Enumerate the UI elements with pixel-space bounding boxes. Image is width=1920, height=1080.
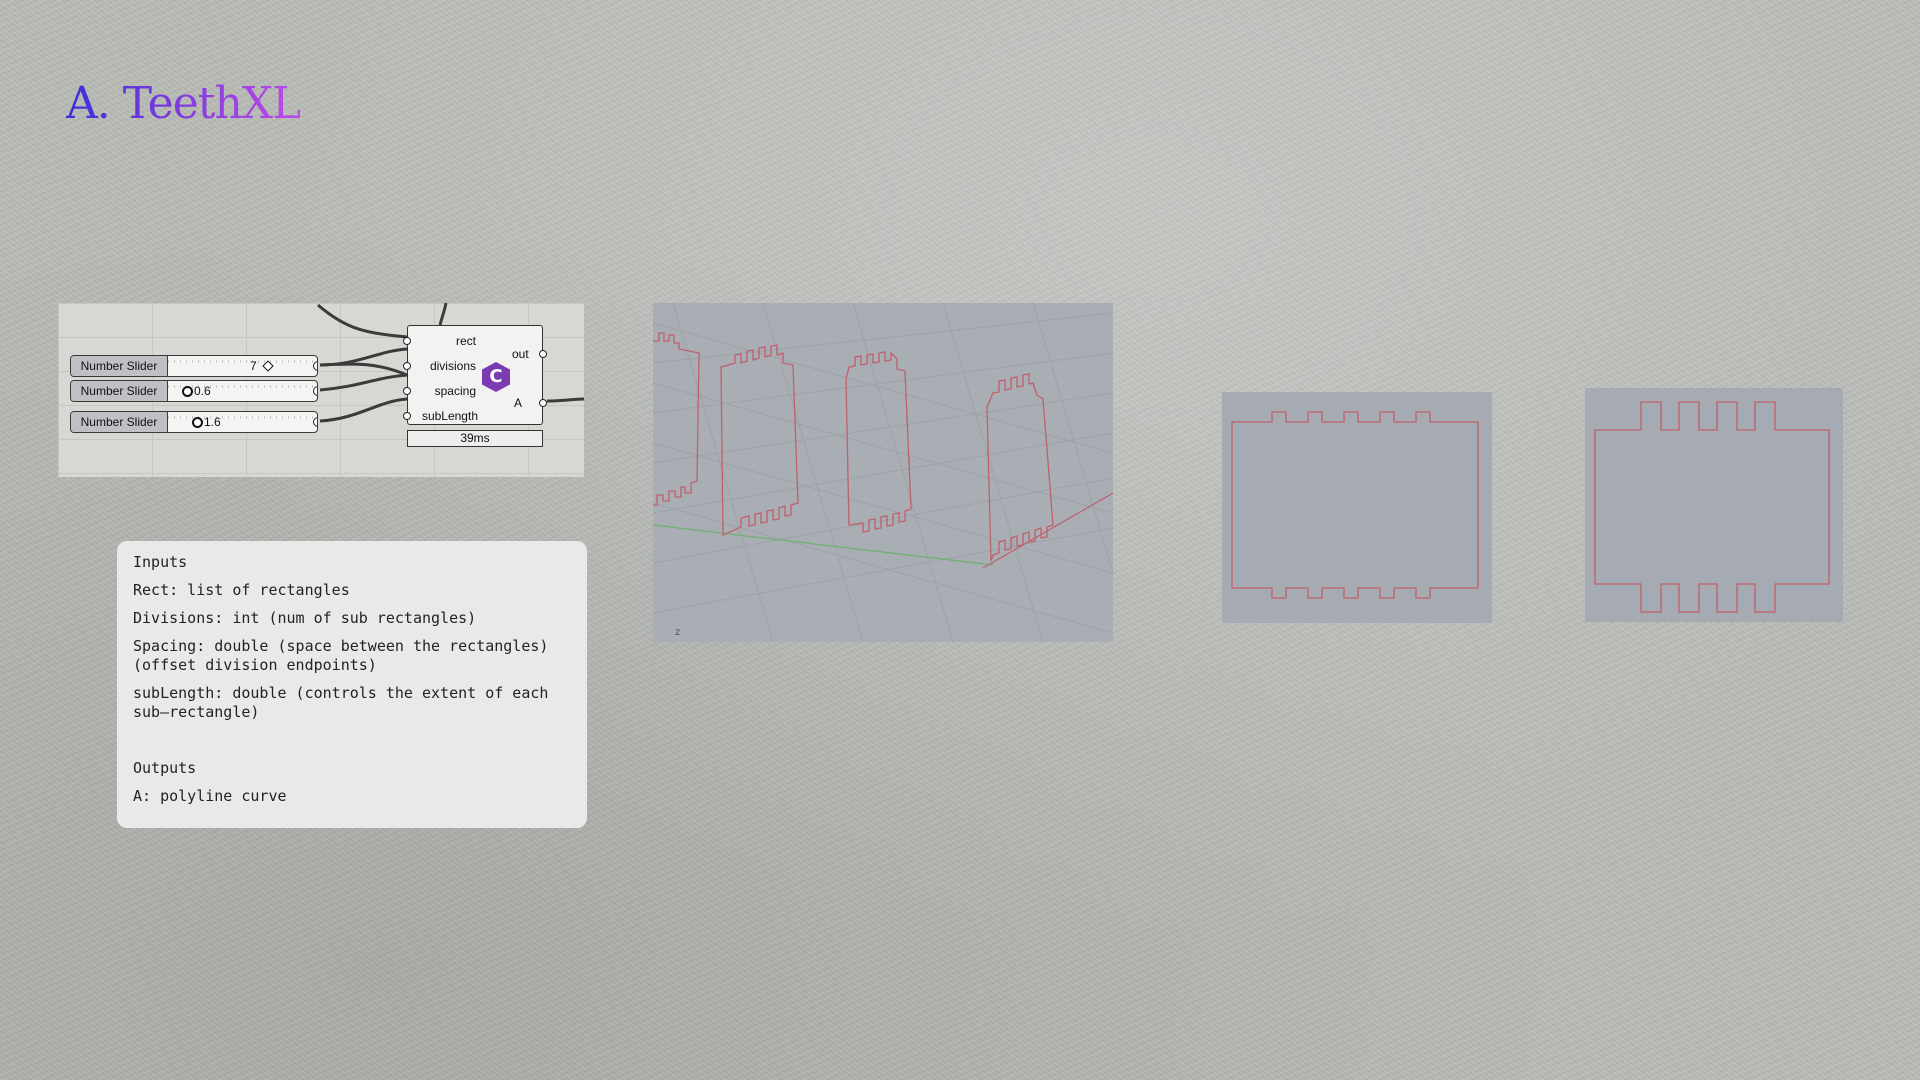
input-param-rect[interactable]: rect xyxy=(456,334,476,348)
input-spacing-description: Spacing: double (space between the recta… xyxy=(133,637,549,674)
output-a-description: A: polyline curve xyxy=(133,787,287,805)
perspective-scene xyxy=(653,303,1113,642)
slider-value: 1.6 xyxy=(204,415,221,429)
component-timing: 39ms xyxy=(407,430,543,447)
output-port-icon[interactable] xyxy=(313,386,317,396)
input-divisions-description: Divisions: int (num of sub rectangles) xyxy=(133,609,477,627)
grasshopper-canvas[interactable]: Number Slider 7 Number Slider 0.6 Number… xyxy=(58,303,584,477)
slider-track[interactable]: 7 xyxy=(168,356,317,376)
output-port-icon[interactable] xyxy=(539,350,547,358)
x-axis-line xyxy=(653,524,994,566)
input-port-icon[interactable] xyxy=(403,337,411,345)
teeth-outline-deep xyxy=(1594,401,1830,613)
csharp-script-component[interactable]: rect divisions spacing subLength out A C xyxy=(403,325,547,425)
inputs-heading: Inputs xyxy=(133,553,188,571)
teeth-outline-shallow xyxy=(1231,411,1479,599)
slider-label: Number Slider xyxy=(71,412,168,432)
input-port-icon[interactable] xyxy=(403,387,411,395)
input-param-sublength[interactable]: subLength xyxy=(422,409,478,423)
slider-value: 7 xyxy=(250,359,257,373)
input-param-divisions[interactable]: divisions xyxy=(430,359,476,373)
output-port-icon[interactable] xyxy=(313,361,317,371)
viewport-perspective[interactable]: z xyxy=(653,303,1113,642)
input-port-icon[interactable] xyxy=(403,412,411,420)
viewport-top-shallow-teeth[interactable] xyxy=(1222,392,1492,623)
number-slider-spacing[interactable]: Number Slider 0.6 xyxy=(70,380,318,402)
number-slider-sublength[interactable]: Number Slider 1.6 xyxy=(70,411,318,433)
csharp-icon: C xyxy=(482,362,510,392)
slider-value: 0.6 xyxy=(194,384,211,398)
input-rect-description: Rect: list of rectangles xyxy=(133,581,350,599)
slider-track[interactable]: 0.6 xyxy=(168,381,317,401)
axis-label: z xyxy=(675,627,681,638)
outputs-heading: Outputs xyxy=(133,759,197,777)
output-port-icon[interactable] xyxy=(539,399,547,407)
circle-icon[interactable] xyxy=(192,417,203,428)
output-param-a[interactable]: A xyxy=(514,396,522,410)
input-sublength-description: subLength: double (controls the extent o… xyxy=(133,684,549,721)
input-param-spacing[interactable]: spacing xyxy=(435,384,476,398)
output-port-icon[interactable] xyxy=(313,417,317,427)
info-panel: Inputs Rect: list of rectangles Division… xyxy=(117,541,587,828)
input-port-icon[interactable] xyxy=(403,362,411,370)
slider-track[interactable]: 1.6 xyxy=(168,412,317,432)
extruded-teeth-curves xyxy=(653,332,1054,562)
output-param-out[interactable]: out xyxy=(512,347,529,361)
diamond-icon[interactable] xyxy=(262,360,274,372)
circle-icon[interactable] xyxy=(182,386,193,397)
slider-label: Number Slider xyxy=(71,356,168,376)
slide-title: A. TeethXL xyxy=(66,78,301,129)
number-slider-divisions[interactable]: Number Slider 7 xyxy=(70,355,318,377)
viewport-top-deep-teeth[interactable] xyxy=(1585,388,1843,622)
csharp-icon-glyph: C xyxy=(489,366,503,387)
slider-label: Number Slider xyxy=(71,381,168,401)
